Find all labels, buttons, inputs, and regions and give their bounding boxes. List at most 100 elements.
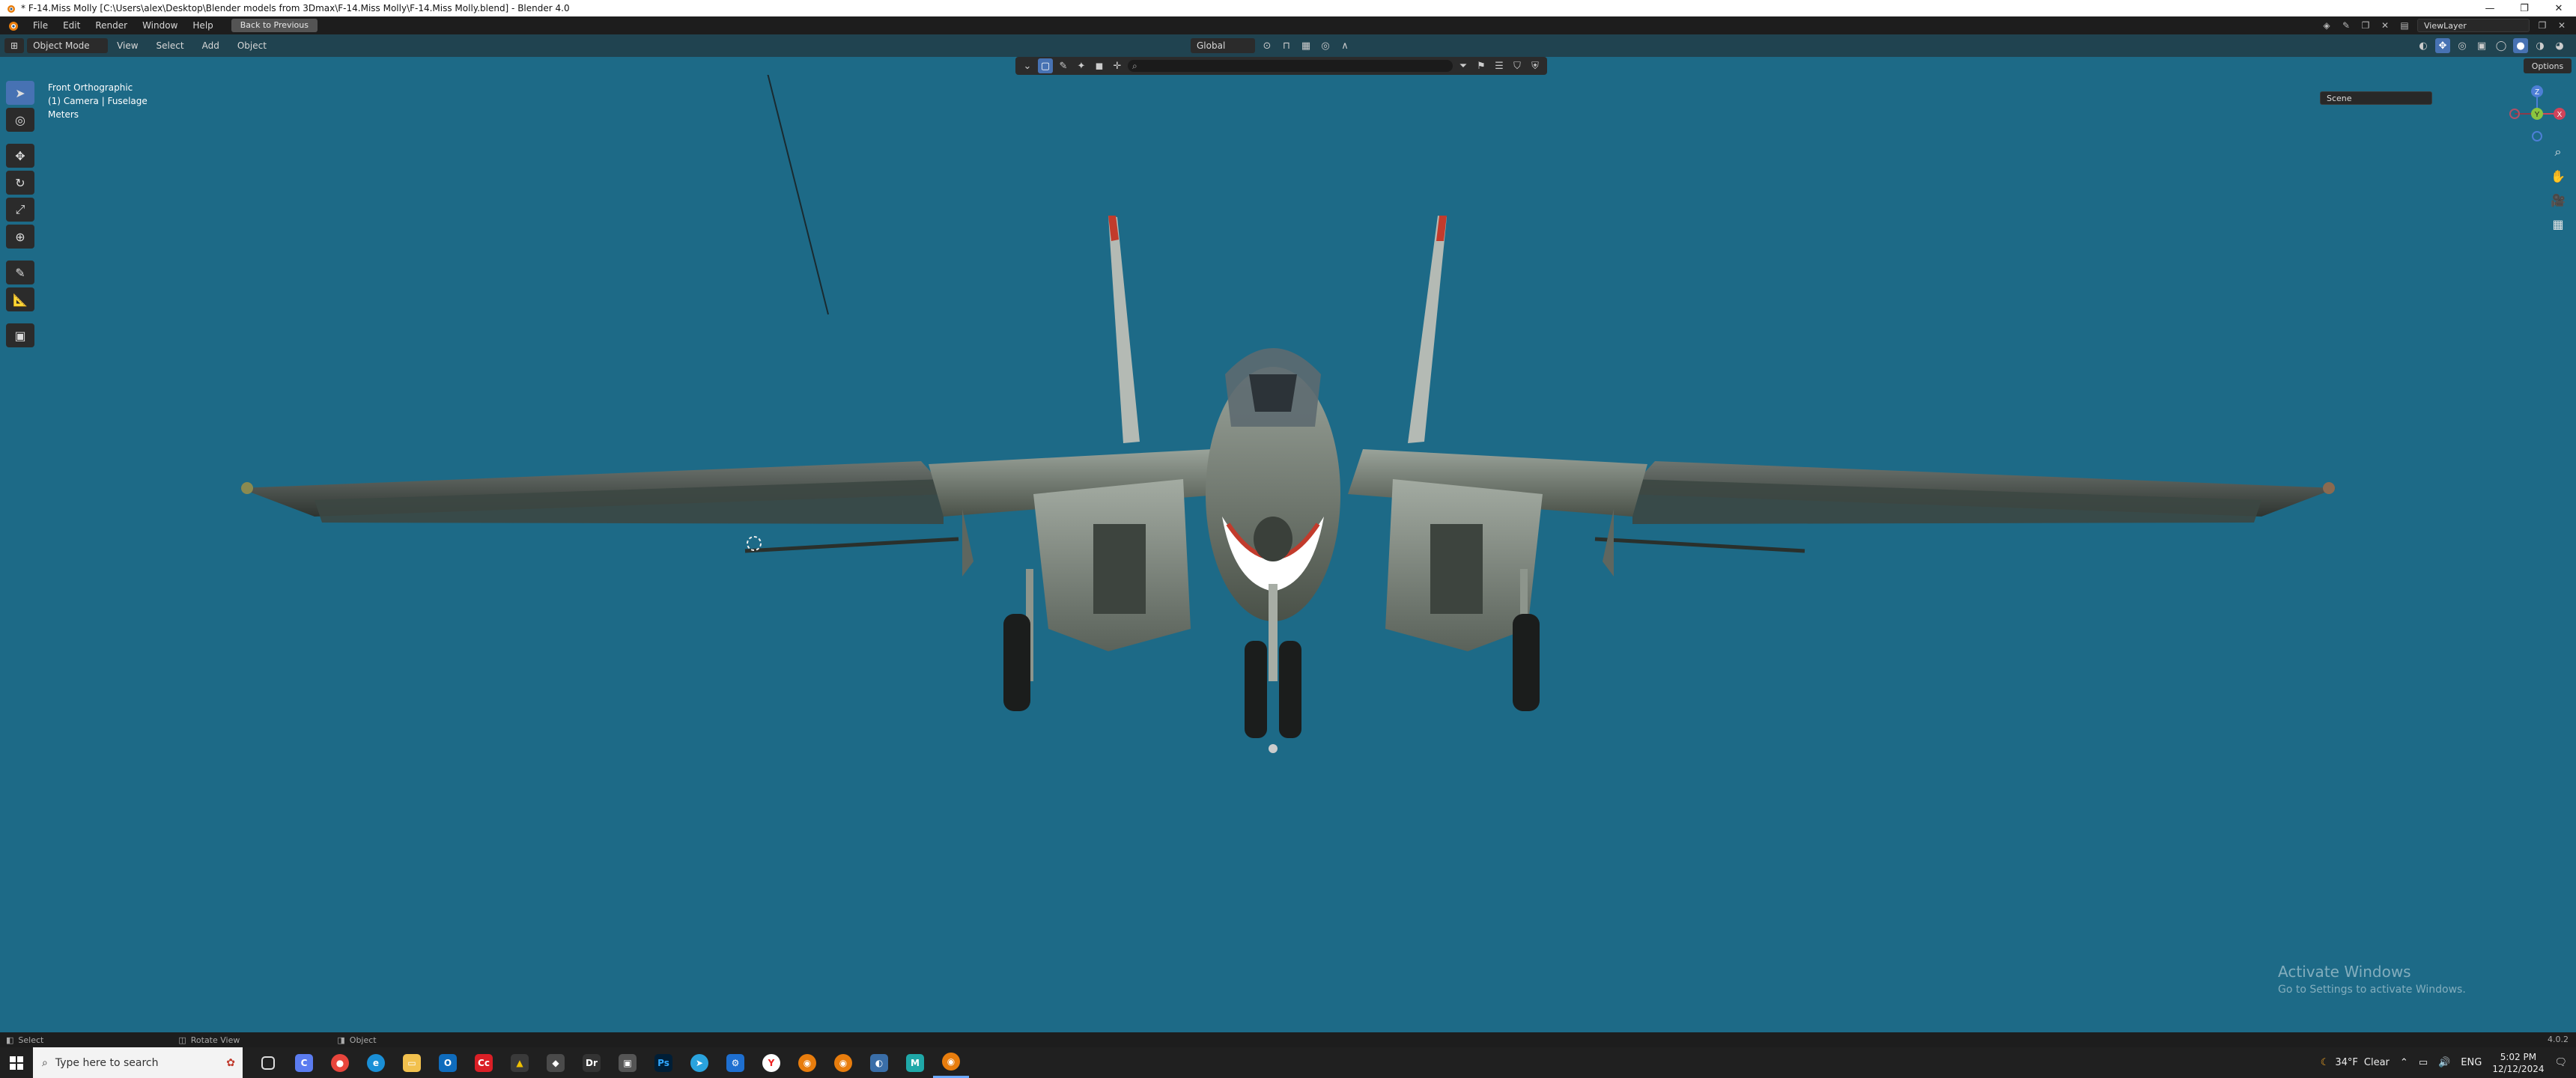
new-scene-icon[interactable]: ❐ [2359, 19, 2372, 32]
menu-view[interactable]: View [108, 40, 147, 51]
blender-taskbar-icon[interactable]: ◉ [789, 1047, 825, 1078]
zoom-icon[interactable]: ⌕ [2548, 142, 2569, 162]
viewport-scene[interactable] [0, 75, 2576, 1033]
taskbar-search-input[interactable]: ⌕ Type here to search ✿ [33, 1047, 243, 1078]
menu-window[interactable]: Window [135, 16, 185, 34]
empty-icon[interactable]: ✛ [1110, 58, 1125, 73]
funnel-icon[interactable]: ⛉ [1510, 58, 1525, 73]
yandex-icon[interactable]: Y [753, 1047, 789, 1078]
blender-logo-icon[interactable] [4, 17, 21, 34]
blender-alt-icon[interactable]: ◉ [825, 1047, 861, 1078]
app-yellow-icon[interactable]: ▲ [502, 1047, 538, 1078]
window-title: * F-14.Miss Molly [C:\Users\alex\Desktop… [21, 3, 570, 13]
z-axis-label: Z [2535, 88, 2539, 97]
task-view-icon[interactable] [250, 1047, 286, 1078]
material-shading-icon[interactable]: ◑ [2533, 38, 2548, 53]
close-button[interactable]: ✕ [2542, 0, 2576, 16]
volume-icon[interactable]: 🔊 [2438, 1057, 2450, 1068]
creative-cloud-icon[interactable]: Cc [466, 1047, 502, 1078]
menu-render[interactable]: Render [88, 16, 135, 34]
wireframe-shading-icon[interactable]: ◯ [2494, 38, 2509, 53]
select-box-icon[interactable]: ▢ [1038, 58, 1053, 73]
snap-icon[interactable]: ⊓ [1279, 38, 1294, 53]
copilot-icon[interactable]: C [286, 1047, 322, 1078]
app-dark-icon[interactable]: ▣ [610, 1047, 645, 1078]
display-mode-icon[interactable]: ☰ [1492, 58, 1507, 73]
chrome-icon[interactable]: ● [322, 1047, 358, 1078]
options-dropdown[interactable]: Options [2524, 58, 2572, 73]
status-rotate: ◫ Rotate View [178, 1035, 240, 1045]
maximize-button[interactable]: ❐ [2507, 0, 2542, 16]
menu-object[interactable]: Object [228, 40, 276, 51]
network-icon[interactable]: ▭ [2419, 1057, 2428, 1068]
edge-icon[interactable]: e [358, 1047, 394, 1078]
solid-shading-icon[interactable]: ● [2513, 38, 2528, 53]
navigation-gizmo[interactable]: Z Y X [2501, 82, 2569, 150]
grid-projection-icon[interactable]: ▦ [2548, 214, 2569, 234]
fuselage-nose [1206, 348, 1340, 621]
chevron-up-icon[interactable]: ⌃ [2400, 1057, 2408, 1068]
delete-layer-icon[interactable]: ✕ [2555, 19, 2569, 32]
telegram-icon[interactable]: ➤ [681, 1047, 717, 1078]
camera-icon[interactable]: ◼ [1092, 58, 1107, 73]
mouse-middle-icon: ◫ [178, 1035, 186, 1045]
rendered-shading-icon[interactable]: ◕ [2552, 38, 2567, 53]
menu-file[interactable]: File [25, 16, 55, 34]
photoshop-icon[interactable]: Ps [645, 1047, 681, 1078]
xray-icon[interactable]: ▣ [2474, 38, 2489, 53]
object-mode-label: Object Mode [33, 40, 90, 51]
viewport-search-input[interactable]: ⌕ [1128, 60, 1453, 72]
davinci-icon[interactable]: Dr [574, 1047, 610, 1078]
visibility-icon[interactable]: ◐ [2416, 38, 2431, 53]
viewlayer-icon[interactable]: ▤ [2398, 19, 2411, 32]
clock-time: 5:02 PM [2500, 1051, 2537, 1062]
proportional-edit-icon[interactable]: ◎ [1318, 38, 1333, 53]
notification-icon[interactable]: 🗨 [2554, 1057, 2567, 1068]
back-to-previous-button[interactable]: Back to Previous [231, 19, 318, 32]
menu-select[interactable]: Select [148, 40, 193, 51]
menu-help[interactable]: Help [185, 16, 220, 34]
orientation-label: Global [1197, 40, 1226, 51]
blender-active-icon[interactable]: ◉ [933, 1047, 969, 1078]
object-mode-dropdown[interactable]: Object Mode [27, 38, 109, 53]
maya-icon[interactable]: M [897, 1047, 933, 1078]
settings-gear-icon[interactable]: ⚙ [717, 1047, 753, 1078]
clock[interactable]: 5:02 PM 12/12/2024 [2492, 1051, 2544, 1075]
viewlayer-selector[interactable]: ViewLayer [2417, 19, 2530, 32]
transform-orientation-dropdown[interactable]: Global [1191, 38, 1255, 53]
gizmo-toggle-icon[interactable]: ✥ [2435, 38, 2450, 53]
delete-scene-icon[interactable]: ✕ [2378, 19, 2392, 32]
shield-icon[interactable]: ⛨ [1528, 58, 1543, 73]
app-blue-icon[interactable]: ◐ [861, 1047, 897, 1078]
falloff-icon[interactable]: ∧ [1337, 38, 1352, 53]
weather-desc: Clear [2363, 1057, 2390, 1068]
editor-type-button[interactable]: ⊞ [4, 38, 25, 53]
start-button[interactable] [0, 1047, 33, 1078]
pin-icon[interactable]: ✎ [2339, 19, 2353, 32]
menu-add[interactable]: Add [193, 40, 228, 51]
filter-icon[interactable]: ⏷ [1456, 58, 1471, 73]
watermark-title: Activate Windows [2278, 963, 2411, 981]
dropdown-chevron-icon[interactable]: ⌄ [1020, 58, 1035, 73]
overlay-toggle-icon[interactable]: ◎ [2455, 38, 2470, 53]
scene-icon[interactable]: ◈ [2320, 19, 2333, 32]
options-label: Options [2531, 61, 2564, 71]
snap-target-icon[interactable]: ▦ [1298, 38, 1313, 53]
camera-view-icon[interactable]: 🎥 [2548, 190, 2569, 210]
windows-logo-icon [10, 1056, 23, 1070]
viewport-header: ⊞ Object Mode View Select Add Object Glo… [0, 34, 2576, 57]
bookmark-icon[interactable]: ⚑ [1474, 58, 1489, 73]
outlook-icon[interactable]: O [430, 1047, 466, 1078]
status-object: ◨ Object [337, 1035, 376, 1045]
light-icon[interactable]: ✦ [1074, 58, 1089, 73]
pivot-point-icon[interactable]: ⊙ [1260, 38, 1275, 53]
grease-pencil-icon[interactable]: ✎ [1056, 58, 1071, 73]
app-gray-icon[interactable]: ◆ [538, 1047, 574, 1078]
minimize-button[interactable]: — [2473, 0, 2507, 16]
new-layer-icon[interactable]: ❐ [2536, 19, 2549, 32]
language-indicator[interactable]: ENG [2461, 1057, 2482, 1068]
menu-edit[interactable]: Edit [55, 16, 88, 34]
pan-hand-icon[interactable]: ✋ [2548, 166, 2569, 186]
weather-widget[interactable]: ☾ 34°F Clear [2321, 1057, 2390, 1068]
file-explorer-icon[interactable]: ▭ [394, 1047, 430, 1078]
